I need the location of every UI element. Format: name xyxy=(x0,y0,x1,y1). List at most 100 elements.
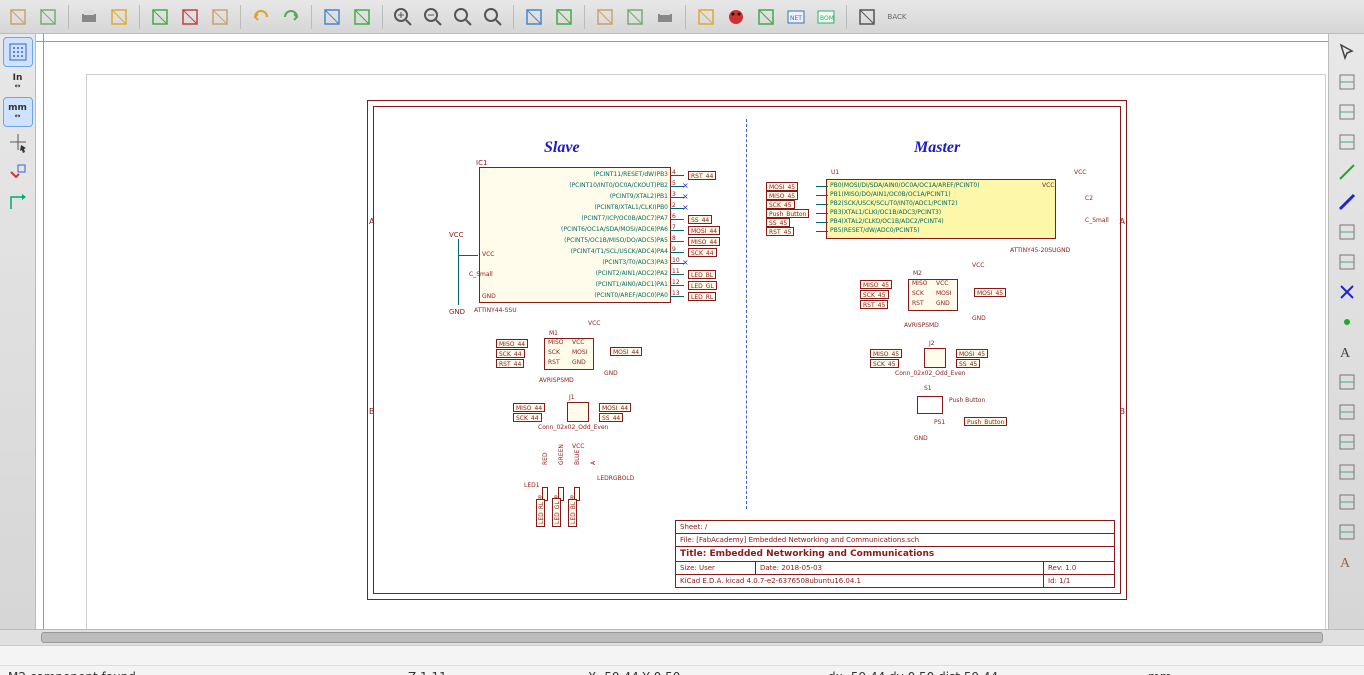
cvpcb-icon[interactable] xyxy=(752,3,780,31)
m1-left-net-2[interactable]: RST_44 xyxy=(496,359,524,368)
s1-body[interactable] xyxy=(917,396,943,414)
global-label-icon[interactable] xyxy=(1333,368,1361,396)
command-input-row[interactable] xyxy=(0,646,1364,666)
m2-right-net[interactable]: MOSI_45 xyxy=(974,288,1006,297)
hidden-pins-button[interactable] xyxy=(4,158,32,186)
zoom-redraw-icon[interactable] xyxy=(449,3,477,31)
place-power-icon[interactable] xyxy=(1333,128,1361,156)
zoom-in-icon[interactable] xyxy=(389,3,417,31)
cursor-shape-button[interactable] xyxy=(4,128,32,156)
tb-kicad: KiCad E.D.A. kicad 4.0.7-e2-6376508ubunt… xyxy=(676,575,1044,587)
ic1-name: ATTINY44-SSU xyxy=(474,307,517,314)
find-icon[interactable] xyxy=(318,3,346,31)
refmark-A-right: A xyxy=(1120,217,1125,226)
s1-net[interactable]: Push_Button xyxy=(964,417,1007,426)
netlist-icon[interactable]: NET xyxy=(782,3,810,31)
m1-gnd: GND xyxy=(604,370,618,377)
cut-icon[interactable] xyxy=(146,3,174,31)
ic1-pin-9: (PCINT2/AIN1/ADC2)PA2 xyxy=(488,270,668,277)
ruler-horizontal xyxy=(36,34,1328,42)
bus-to-bus-icon[interactable] xyxy=(1333,248,1361,276)
ic1-net-4[interactable]: SS_44 xyxy=(688,215,712,224)
erc-icon[interactable] xyxy=(722,3,750,31)
bus-direction-button[interactable] xyxy=(4,188,32,216)
m1-left-net-1[interactable]: SCK_44 xyxy=(496,349,525,358)
canvas-area[interactable]: A B A B Slave Master IC1 (PCINT11/RESET/… xyxy=(36,34,1328,629)
annotate-icon[interactable] xyxy=(692,3,720,31)
ic1-pin-5: (PCINT6/OC1A/SDA/MOSI/ADC6)PA6 xyxy=(488,226,668,233)
units-mm-button[interactable]: mm↔ xyxy=(4,98,32,126)
select-icon[interactable] xyxy=(1333,38,1361,66)
m1-left-net-0[interactable]: MISO_44 xyxy=(496,339,528,348)
units-inch-button[interactable]: In↔ xyxy=(4,68,32,96)
redo-icon[interactable] xyxy=(277,3,305,31)
toolbar-separator xyxy=(382,5,383,29)
wire-icon[interactable] xyxy=(1333,158,1361,186)
m2-name: AVRISPSMD xyxy=(904,322,939,329)
hier-sheet-icon[interactable] xyxy=(1333,428,1361,456)
zoom-out-icon[interactable] xyxy=(419,3,447,31)
hier-pin-icon[interactable] xyxy=(1333,488,1361,516)
u1-vcc: VCC xyxy=(1074,169,1086,176)
m2-left-net-1[interactable]: SCK_45 xyxy=(860,290,889,299)
scrollbar-thumb[interactable] xyxy=(41,632,1323,643)
m1-vcc: VCC xyxy=(588,320,600,327)
main-area: In↔ mm↔ A B A B Slave xyxy=(0,34,1364,629)
text-icon[interactable]: A xyxy=(1333,548,1361,576)
ic1-net-0[interactable]: RST_44 xyxy=(688,171,716,180)
refmark-B-left: B xyxy=(369,407,375,416)
import-hier-icon[interactable] xyxy=(1333,458,1361,486)
wire-to-bus-icon[interactable] xyxy=(1333,218,1361,246)
ic1-net-11[interactable]: LED_RL xyxy=(688,292,716,301)
grid-toggle-button[interactable] xyxy=(4,38,32,66)
refmark-B-right: B xyxy=(1120,407,1126,416)
zoom-fit-icon[interactable] xyxy=(479,3,507,31)
ic1-net-10[interactable]: LED_GL xyxy=(688,281,717,290)
page-settings-icon[interactable] xyxy=(34,3,62,31)
top-toolbar: NETBOM BACK xyxy=(0,0,1364,34)
ic1-net-5[interactable]: MOSI_44 xyxy=(688,226,720,235)
m1-right-net[interactable]: MOSI_44 xyxy=(610,347,642,356)
plot-icon[interactable] xyxy=(105,3,133,31)
bom-icon[interactable]: BOM xyxy=(812,3,840,31)
master-title: Master xyxy=(914,139,960,157)
schematic-canvas[interactable]: A B A B Slave Master IC1 (PCINT11/RESET/… xyxy=(86,74,1326,629)
ic1-pin-1: (PCINT10/INT0/OC0A/CKOUT)PB2 xyxy=(488,182,668,189)
j1-body[interactable] xyxy=(567,402,589,422)
junction-icon[interactable] xyxy=(1333,308,1361,336)
ic1-net-6[interactable]: MISO_44 xyxy=(688,237,720,246)
graphic-line-icon[interactable] xyxy=(1333,518,1361,546)
paste-icon[interactable] xyxy=(206,3,234,31)
find-replace-icon[interactable] xyxy=(348,3,376,31)
m1-name: AVRISPSMD xyxy=(539,377,574,384)
ic1-pin-6: (PCINT5/OC1B/MISO/DO/ADC5)PA5 xyxy=(488,237,668,244)
tb-id: Id: 1/1 xyxy=(1044,575,1114,587)
edit-symbol-fields-icon[interactable] xyxy=(853,3,881,31)
print-icon[interactable] xyxy=(75,3,103,31)
j2-body[interactable] xyxy=(924,348,946,368)
footprint-editor-icon[interactable] xyxy=(651,3,679,31)
led-name: LEDRGBOLD xyxy=(597,475,634,482)
new-schematic-icon[interactable] xyxy=(4,3,32,31)
library-browser-icon[interactable] xyxy=(621,3,649,31)
m2-left-net-2[interactable]: RST_45 xyxy=(860,300,888,309)
back-icon[interactable]: BACK xyxy=(883,3,911,31)
j2-ref: J2 xyxy=(929,340,935,347)
status-xy: X -59,44 Y 0,50 xyxy=(588,670,768,675)
m2-left-net-0[interactable]: MISO_45 xyxy=(860,280,892,289)
ic1-net-7[interactable]: SCK_44 xyxy=(688,248,717,257)
navigate-hierarchy-icon[interactable] xyxy=(520,3,548,31)
undo-icon[interactable] xyxy=(247,3,275,31)
copy-icon[interactable] xyxy=(176,3,204,31)
leave-sheet-icon[interactable] xyxy=(550,3,578,31)
place-symbol-icon[interactable] xyxy=(1333,98,1361,126)
ic1-net-9[interactable]: LED_BL xyxy=(688,270,716,279)
bus-icon[interactable] xyxy=(1333,188,1361,216)
hier-label-icon[interactable] xyxy=(1333,398,1361,426)
net-label-icon[interactable]: A xyxy=(1333,338,1361,366)
library-editor-icon[interactable] xyxy=(591,3,619,31)
no-connect-icon[interactable] xyxy=(1333,278,1361,306)
highlight-net-icon[interactable] xyxy=(1333,68,1361,96)
ic1-pin-0: (PCINT11/RESET/dW)PB3 xyxy=(488,171,668,178)
horizontal-scrollbar[interactable] xyxy=(0,629,1364,645)
